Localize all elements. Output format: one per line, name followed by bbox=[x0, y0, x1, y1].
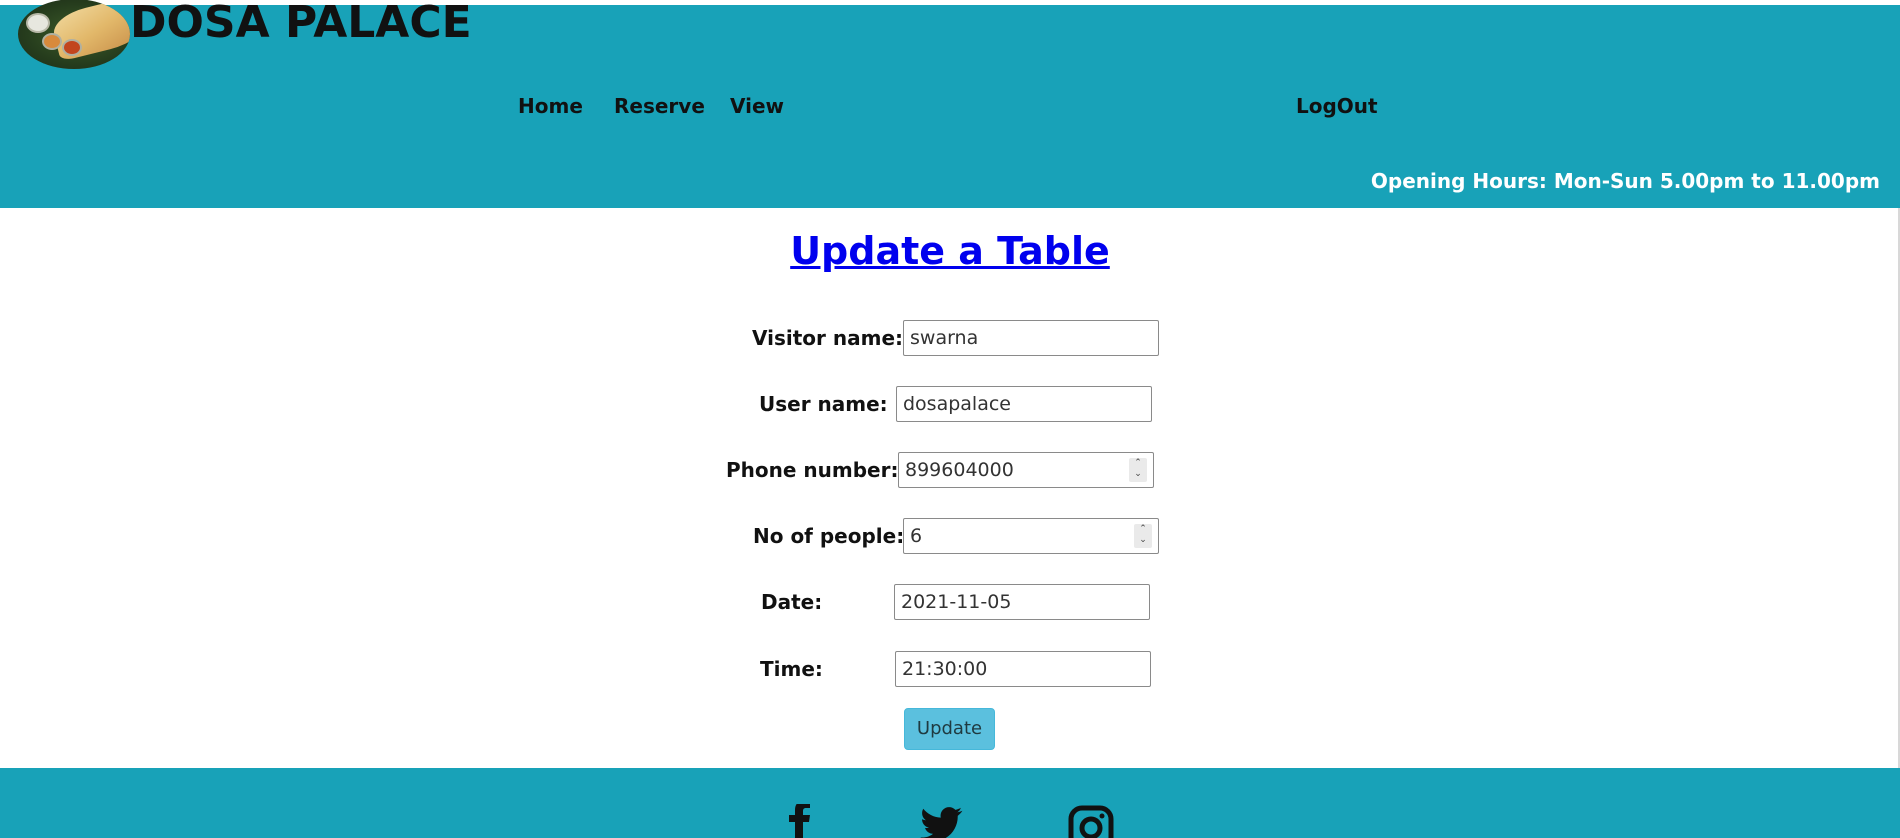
phone-number-label: Phone number: bbox=[726, 458, 899, 482]
user-name-label: User name: bbox=[759, 392, 888, 416]
nav-reserve[interactable]: Reserve bbox=[614, 94, 705, 118]
visitor-name-input[interactable]: swarna bbox=[903, 320, 1159, 356]
dosa-shape bbox=[49, 0, 130, 62]
visitor-name-label: Visitor name: bbox=[752, 326, 904, 350]
update-button[interactable]: Update bbox=[904, 708, 995, 750]
facebook-icon[interactable] bbox=[777, 804, 823, 838]
no-of-people-label: No of people: bbox=[753, 524, 905, 548]
chutney-cup-red bbox=[62, 39, 82, 56]
no-of-people-value: 6 bbox=[910, 525, 923, 547]
instagram-icon[interactable] bbox=[1068, 804, 1114, 838]
phone-number-value: 899604000 bbox=[905, 459, 1014, 481]
page-title[interactable]: Update a Table bbox=[0, 227, 1900, 275]
chutney-cup-orange bbox=[42, 33, 62, 50]
phone-number-input[interactable]: 899604000 ⌃ ⌄ bbox=[898, 452, 1154, 488]
time-label: Time: bbox=[760, 657, 823, 681]
phone-number-spinner-icon[interactable]: ⌃ ⌄ bbox=[1129, 458, 1147, 482]
nav-view[interactable]: View bbox=[730, 94, 784, 118]
site-footer bbox=[0, 768, 1900, 838]
chutney-cup-white bbox=[26, 13, 50, 33]
opening-hours: Opening Hours: Mon-Sun 5.00pm to 11.00pm bbox=[1370, 169, 1880, 193]
user-name-input[interactable]: dosapalace bbox=[896, 386, 1152, 422]
logout-link[interactable]: LogOut bbox=[1296, 94, 1378, 118]
dosa-logo-image[interactable] bbox=[18, 0, 130, 69]
no-of-people-input[interactable]: 6 ⌃ ⌄ bbox=[903, 518, 1159, 554]
date-label: Date: bbox=[761, 590, 823, 614]
date-input[interactable]: 2021-11-05 bbox=[894, 584, 1150, 620]
time-input[interactable]: 21:30:00 bbox=[895, 651, 1151, 687]
brand-title[interactable]: DOSA PALACE bbox=[130, 0, 472, 47]
no-of-people-spinner-icon[interactable]: ⌃ ⌄ bbox=[1134, 524, 1152, 548]
nav-home[interactable]: Home bbox=[518, 94, 583, 118]
twitter-icon[interactable] bbox=[919, 804, 965, 838]
page: DOSA PALACE Home Reserve View LogOut Ope… bbox=[0, 0, 1900, 838]
site-header: DOSA PALACE Home Reserve View LogOut Ope… bbox=[0, 0, 1900, 208]
